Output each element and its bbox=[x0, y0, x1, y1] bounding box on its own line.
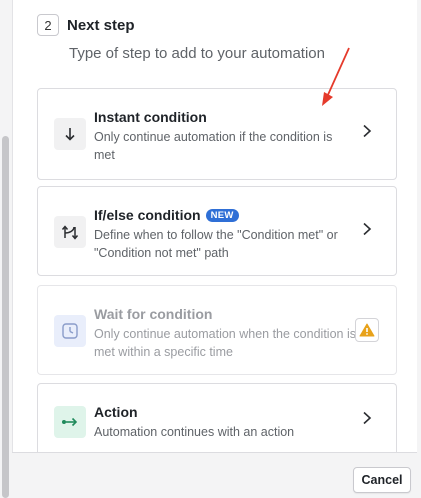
new-badge: NEW bbox=[205, 208, 239, 222]
option-text: Wait for condition Only continue automat… bbox=[94, 306, 356, 361]
dialog-footer: Cancel bbox=[12, 452, 417, 498]
cancel-button[interactable]: Cancel bbox=[353, 467, 411, 493]
option-description: Define when to follow the "Condition met… bbox=[94, 228, 338, 260]
option-instant-condition[interactable]: Instant condition Only continue automati… bbox=[37, 88, 397, 180]
chevron-right-icon bbox=[363, 411, 372, 425]
option-title: Action bbox=[94, 404, 138, 420]
arrow-right-icon bbox=[54, 406, 86, 438]
warning-icon[interactable] bbox=[355, 318, 379, 342]
step-subtitle: Type of step to add to your automation bbox=[69, 45, 325, 62]
option-description: Only continue automation when the condit… bbox=[94, 327, 356, 359]
option-description: Automation continues with an action bbox=[94, 425, 295, 439]
option-description: Only continue automation if the conditio… bbox=[94, 130, 333, 162]
arrow-down-icon bbox=[54, 118, 86, 150]
right-edge bbox=[417, 0, 421, 498]
step-number-badge: 2 bbox=[37, 14, 59, 36]
branch-icon bbox=[54, 216, 86, 248]
option-text: Action Automation continues with an acti… bbox=[94, 404, 356, 441]
next-step-panel: 2 Next step Type of step to add to your … bbox=[12, 0, 417, 498]
option-text: Instant condition Only continue automati… bbox=[94, 109, 356, 164]
automation-step-picker: 2 Next step Type of step to add to your … bbox=[0, 0, 421, 498]
option-ifelse-condition[interactable]: If/else condition NEW Define when to fol… bbox=[37, 186, 397, 276]
chevron-right-icon bbox=[363, 124, 372, 138]
option-title-row: If/else condition NEW bbox=[94, 207, 356, 223]
left-scroll-track bbox=[0, 0, 12, 498]
option-title: Wait for condition bbox=[94, 306, 213, 322]
option-wait-for-condition: Wait for condition Only continue automat… bbox=[37, 285, 397, 375]
clock-icon bbox=[54, 315, 86, 347]
option-title: If/else condition bbox=[94, 207, 201, 223]
step-title: Next step bbox=[67, 16, 135, 34]
option-text: If/else condition NEW Define when to fol… bbox=[94, 207, 356, 262]
chevron-right-icon bbox=[363, 222, 372, 236]
step-header: 2 Next step bbox=[37, 14, 135, 36]
option-action[interactable]: Action Automation continues with an acti… bbox=[37, 383, 397, 453]
left-scrollbar-thumb[interactable] bbox=[2, 136, 9, 498]
option-title: Instant condition bbox=[94, 109, 207, 125]
